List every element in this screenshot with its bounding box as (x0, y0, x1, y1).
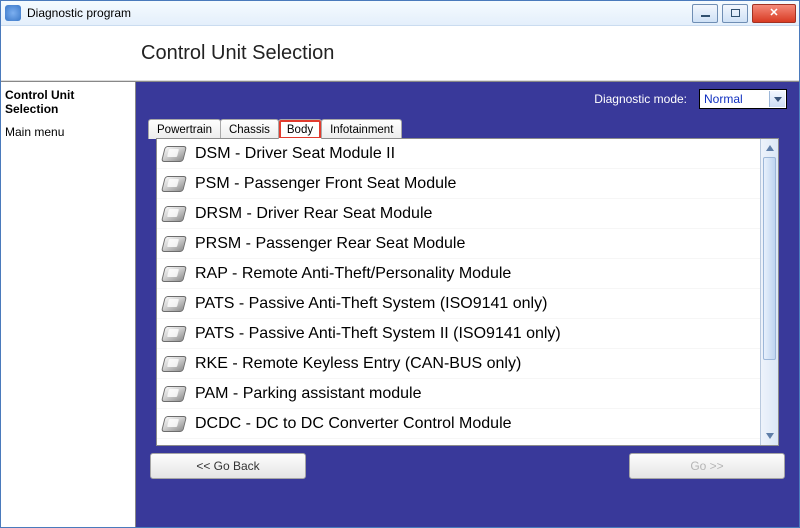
minimize-icon (701, 15, 710, 17)
footer-buttons: << Go Back Go >> (136, 446, 799, 490)
list-item-label: PAM - Parking assistant module (195, 385, 421, 403)
app-window: Diagnostic program Control Unit Selectio… (0, 0, 800, 528)
go-button[interactable]: Go >> (629, 453, 785, 479)
list-item-label: RKE - Remote Keyless Entry (CAN-BUS only… (195, 355, 521, 373)
list-item-label: DCDC - DC to DC Converter Control Module (195, 415, 512, 433)
maximize-icon (731, 9, 740, 17)
go-back-button[interactable]: << Go Back (150, 453, 306, 479)
tab-infotainment[interactable]: Infotainment (321, 119, 402, 139)
list-item-label: PATS - Passive Anti-Theft System II (ISO… (195, 325, 561, 343)
unit-list: DSM - Driver Seat Module II PSM - Passeng… (157, 139, 760, 445)
module-icon (163, 296, 185, 312)
module-icon (163, 326, 185, 342)
module-icon (163, 206, 185, 222)
unit-list-panel: DSM - Driver Seat Module II PSM - Passeng… (156, 138, 779, 446)
header: Control Unit Selection (1, 26, 799, 81)
window-controls (688, 4, 796, 23)
window-minimize-button[interactable] (692, 4, 718, 23)
list-item-label: PATS - Passive Anti-Theft System (ISO914… (195, 295, 547, 313)
scroll-track[interactable] (761, 157, 778, 427)
tab-powertrain[interactable]: Powertrain (148, 119, 221, 139)
list-item-label: PRSM - Passenger Rear Seat Module (195, 235, 465, 253)
list-item[interactable]: PSM - Passenger Front Seat Module (157, 169, 760, 199)
list-item[interactable]: DSM - Driver Seat Module II (157, 139, 760, 169)
list-item-label: DRSM - Driver Rear Seat Module (195, 205, 432, 223)
chevron-down-icon (769, 91, 785, 107)
list-item[interactable]: DCDC - DC to DC Converter Control Module (157, 409, 760, 439)
workspace: Diagnostic mode: Normal PowertrainChassi… (136, 82, 799, 527)
app-icon (5, 5, 21, 21)
list-item[interactable]: RAP - Remote Anti-Theft/Personality Modu… (157, 259, 760, 289)
tab-bar: PowertrainChassisBodyInfotainment (146, 116, 789, 138)
list-item[interactable]: PATS - Passive Anti-Theft System II (ISO… (157, 319, 760, 349)
vertical-scrollbar[interactable] (760, 139, 778, 445)
list-item-label: RAP - Remote Anti-Theft/Personality Modu… (195, 265, 511, 283)
list-item[interactable]: PRSM - Passenger Rear Seat Module (157, 229, 760, 259)
sidebar-item-1[interactable]: Main menu (5, 125, 127, 139)
list-item[interactable]: PAM - Parking assistant module (157, 379, 760, 409)
sidebar: Control Unit Selection Main menu (1, 82, 136, 527)
list-item[interactable]: DRSM - Driver Rear Seat Module (157, 199, 760, 229)
module-icon (163, 356, 185, 372)
diagnostic-mode-select[interactable]: Normal (699, 89, 787, 109)
diagnostic-mode-row: Diagnostic mode: Normal (136, 82, 799, 116)
titlebar: Diagnostic program (1, 1, 799, 26)
window-maximize-button[interactable] (722, 4, 748, 23)
module-icon (163, 146, 185, 162)
window-close-button[interactable] (752, 4, 796, 23)
scroll-thumb[interactable] (763, 157, 776, 360)
module-icon (163, 416, 185, 432)
module-icon (163, 176, 185, 192)
module-icon (163, 266, 185, 282)
module-icon (163, 386, 185, 402)
list-item[interactable]: PATS - Passive Anti-Theft System (ISO914… (157, 289, 760, 319)
sidebar-item-0[interactable]: Control Unit Selection (5, 88, 127, 117)
tab-chassis[interactable]: Chassis (220, 119, 279, 139)
scroll-down-button[interactable] (761, 427, 778, 445)
page-title: Control Unit Selection (141, 42, 334, 65)
diagnostic-mode-value: Normal (704, 92, 743, 106)
list-item-label: DSM - Driver Seat Module II (195, 145, 395, 163)
list-item[interactable]: RKE - Remote Keyless Entry (CAN-BUS only… (157, 349, 760, 379)
close-icon (769, 8, 778, 19)
window-title: Diagnostic program (27, 6, 131, 20)
scroll-up-button[interactable] (761, 139, 778, 157)
module-icon (163, 236, 185, 252)
diagnostic-mode-label: Diagnostic mode: (594, 92, 687, 106)
tab-body[interactable]: Body (278, 119, 322, 139)
list-item-label: PSM - Passenger Front Seat Module (195, 175, 456, 193)
